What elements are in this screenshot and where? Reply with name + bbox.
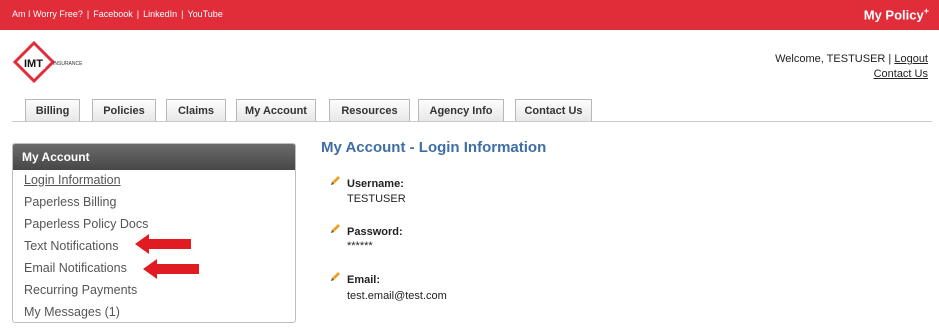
top-bar: Am I Worry Free? | Facebook | LinkedIn | YouTu… — [0, 0, 939, 30]
tab-agency-info[interactable]: Agency Info — [418, 99, 504, 121]
username-value: TESTUSER — [347, 193, 406, 205]
imt-logo[interactable]: IMT INSURANCE — [12, 40, 102, 84]
welcome-area: Welcome, TESTUSER | Logout Contact Us — [775, 52, 928, 82]
logo-text: IMT — [24, 58, 43, 70]
edit-pencil-icon[interactable] — [330, 175, 341, 186]
logout-link[interactable]: Logout — [894, 53, 928, 65]
sidebar-item-login-information[interactable]: Login Information — [24, 173, 121, 187]
sidebar-item-text-notifications[interactable]: Text Notifications — [24, 239, 118, 253]
tab-billing[interactable]: Billing — [25, 99, 80, 121]
sidebar-item-paperless-billing[interactable]: Paperless Billing — [24, 195, 116, 209]
email-value: test.email@test.com — [347, 290, 447, 302]
brand-plus: + — [923, 6, 929, 16]
brand-logo[interactable]: My Policy+ — [864, 6, 929, 22]
page-title: My Account - Login Information — [321, 139, 547, 156]
edit-pencil-icon[interactable] — [330, 223, 341, 234]
top-links: Am I Worry Free? | Facebook | LinkedIn | YouTu… — [12, 9, 223, 19]
brand-text: My Policy — [863, 7, 924, 23]
sidebar-title: My Account — [13, 144, 295, 170]
email-label: Email: — [347, 274, 381, 286]
link-linkedin[interactable]: LinkedIn — [143, 9, 177, 19]
link-youtube[interactable]: YouTube — [187, 9, 222, 19]
sidebar-item-my-messages[interactable]: My Messages (1) — [24, 305, 120, 319]
sidebar-item-email-notifications[interactable]: Email Notifications — [24, 261, 127, 275]
password-label: Password: — [347, 226, 403, 238]
red-arrow-icon — [135, 234, 191, 254]
contact-us-link[interactable]: Contact Us — [874, 68, 928, 80]
tab-contact-us[interactable]: Contact Us — [515, 99, 592, 121]
red-arrow-icon — [143, 259, 199, 279]
link-facebook[interactable]: Facebook — [93, 9, 133, 19]
tab-policies[interactable]: Policies — [92, 99, 156, 121]
logo-subtext: INSURANCE — [53, 61, 83, 67]
sidebar-item-recurring-payments[interactable]: Recurring Payments — [24, 283, 137, 297]
link-am-i-worry-free[interactable]: Am I Worry Free? — [12, 9, 83, 19]
tab-divider — [12, 121, 932, 122]
tab-resources[interactable]: Resources — [329, 99, 410, 121]
sidebar-item-paperless-policy-docs[interactable]: Paperless Policy Docs — [24, 217, 148, 231]
edit-pencil-icon[interactable] — [330, 271, 341, 282]
username-label: Username: — [347, 178, 404, 190]
tab-my-account[interactable]: My Account — [236, 99, 316, 121]
tab-claims[interactable]: Claims — [166, 99, 226, 121]
welcome-text: Welcome, TESTUSER | — [775, 53, 892, 65]
password-value: ****** — [347, 240, 373, 252]
